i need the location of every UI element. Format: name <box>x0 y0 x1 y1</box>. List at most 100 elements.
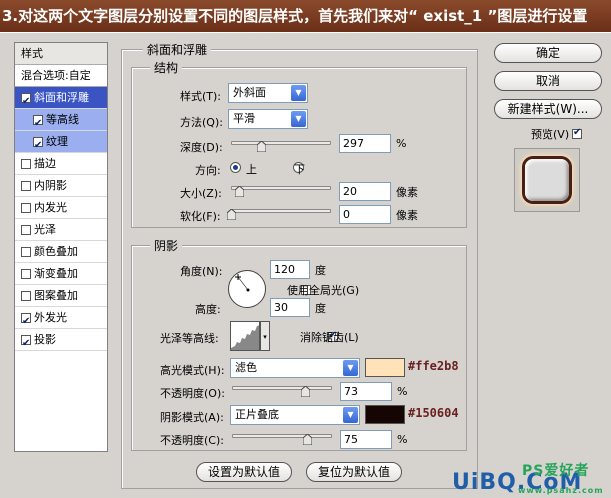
style-item-7[interactable]: 颜色叠加 <box>15 241 107 263</box>
angle-input[interactable]: 120 <box>270 260 310 279</box>
structure-title: 结构 <box>150 59 183 76</box>
size-slider-thumb[interactable] <box>235 186 244 197</box>
style-item-label: 外发光 <box>34 310 67 324</box>
style-item-4[interactable]: 内阴影 <box>15 175 107 197</box>
style-item-checkbox[interactable] <box>21 311 31 333</box>
style-item-checkbox[interactable] <box>21 91 31 113</box>
depth-slider[interactable] <box>231 141 331 145</box>
style-item-checkbox[interactable] <box>21 246 31 257</box>
size-input[interactable]: 20 <box>339 182 391 201</box>
direction-down-label: 下 <box>294 163 305 176</box>
method-label: 方法(Q): <box>180 116 223 129</box>
highlight-color-swatch[interactable] <box>365 358 405 377</box>
style-item-11[interactable]: 投影 <box>15 329 107 355</box>
site-watermark: UiBQ.CoM PS爱好者 www.psahz.com <box>452 462 608 496</box>
styles-list: 样式 混合选项:自定 斜面和浮雕等高线纹理描边内阴影内发光光泽颜色叠加渐变叠加图… <box>14 42 108 452</box>
gloss-contour-preview[interactable] <box>230 321 260 351</box>
style-item-2[interactable]: 纹理 <box>15 131 107 157</box>
soften-slider-thumb[interactable] <box>227 209 236 220</box>
highlight-opacity-input[interactable]: 73 <box>340 382 392 401</box>
size-label: 大小(Z): <box>180 187 222 200</box>
angle-unit: 度 <box>315 264 326 277</box>
reset-default-button[interactable]: 复位为默认值 <box>306 462 402 482</box>
style-item-6[interactable]: 光泽 <box>15 219 107 241</box>
soften-label: 软化(F): <box>180 210 221 223</box>
highlight-mode-select[interactable]: 滤色 ▼ <box>230 358 360 378</box>
style-item-label: 投影 <box>34 332 56 346</box>
style-item-checkbox[interactable] <box>21 333 31 355</box>
angle-dial[interactable] <box>228 270 266 308</box>
tutorial-banner: 3.对这两个文字图层分别设置不同的图层样式，首先我们来对“ exist_1 ”图… <box>0 0 611 32</box>
shadow-opacity-unit: % <box>397 433 408 446</box>
direction-up-radio[interactable] <box>230 162 241 173</box>
style-item-10[interactable]: 外发光 <box>15 307 107 333</box>
style-item-label: 斜面和浮雕 <box>34 90 89 104</box>
highlight-opacity-unit: % <box>397 385 408 398</box>
style-item-checkbox[interactable] <box>33 135 43 157</box>
style-item-label: 光泽 <box>34 222 56 236</box>
method-select-value: 平滑 <box>233 112 255 125</box>
shadow-mode-label: 阴影模式(A): <box>160 411 224 424</box>
size-slider[interactable] <box>231 186 331 190</box>
shadow-opacity-slider-thumb[interactable] <box>303 434 312 445</box>
gloss-contour-label: 光泽等高线: <box>160 332 219 345</box>
banner-text: 3.对这两个文字图层分别设置不同的图层样式，首先我们来对“ exist_1 ”图… <box>2 7 588 25</box>
style-label: 样式(T): <box>180 90 222 103</box>
soften-unit: 像素 <box>396 209 418 222</box>
depth-input[interactable]: 297 <box>339 134 391 153</box>
cancel-button[interactable]: 取消 <box>494 71 602 91</box>
direction-up-label: 上 <box>246 163 257 176</box>
size-unit: 像素 <box>396 186 418 199</box>
style-item-label: 内阴影 <box>34 178 67 192</box>
style-item-label: 图案叠加 <box>34 288 78 302</box>
style-item-9[interactable]: 图案叠加 <box>15 285 107 307</box>
highlight-opacity-slider[interactable] <box>232 386 332 390</box>
shading-title: 阴影 <box>150 237 183 254</box>
highlight-opacity-slider-thumb[interactable] <box>301 386 310 397</box>
shadow-mode-value: 正片叠底 <box>235 408 279 421</box>
highlight-mode-label: 高光模式(H): <box>160 364 225 377</box>
shadow-opacity-slider[interactable] <box>232 434 332 438</box>
watermark-site: www.psahz.com <box>518 486 604 495</box>
style-item-checkbox[interactable] <box>21 268 31 279</box>
style-item-checkbox[interactable] <box>21 180 31 191</box>
soften-input[interactable]: 0 <box>339 205 391 224</box>
style-item-8[interactable]: 渐变叠加 <box>15 263 107 285</box>
style-item-checkbox[interactable] <box>21 224 31 235</box>
make-default-button[interactable]: 设置为默认值 <box>196 462 292 482</box>
shadow-mode-select[interactable]: 正片叠底 ▼ <box>230 405 360 425</box>
style-preview <box>514 148 580 212</box>
direction-label: 方向: <box>195 164 221 177</box>
styles-header[interactable]: 样式 <box>15 43 107 65</box>
shadow-opacity-label: 不透明度(C): <box>160 434 224 447</box>
style-item-label: 纹理 <box>46 134 68 148</box>
contour-dropdown-icon[interactable]: ▾ <box>260 321 270 351</box>
highlight-color-hex: #ffe2b8 <box>408 359 459 373</box>
method-select[interactable]: 平滑 ▼ <box>228 109 308 129</box>
style-item-label: 等高线 <box>46 112 79 126</box>
style-item-checkbox[interactable] <box>21 158 31 169</box>
new-style-button[interactable]: 新建样式(W)... <box>494 99 602 119</box>
style-item-0[interactable]: 斜面和浮雕 <box>15 87 107 113</box>
style-item-5[interactable]: 内发光 <box>15 197 107 219</box>
blending-options-item[interactable]: 混合选项:自定 <box>15 65 107 87</box>
style-select[interactable]: 外斜面 ▼ <box>228 83 308 103</box>
style-item-3[interactable]: 描边 <box>15 153 107 175</box>
highlight-mode-value: 滤色 <box>235 361 257 374</box>
ok-button[interactable]: 确定 <box>494 43 602 63</box>
preview-tile <box>525 159 569 201</box>
shadow-color-swatch[interactable] <box>365 405 405 424</box>
global-light-label: 使用全局光(G) <box>287 284 360 297</box>
chevron-down-icon: ▼ <box>343 360 358 376</box>
preview-checkbox[interactable] <box>572 127 582 139</box>
depth-unit: % <box>396 137 407 150</box>
shadow-opacity-input[interactable]: 75 <box>340 430 392 449</box>
depth-slider-thumb[interactable] <box>257 141 266 152</box>
soften-slider[interactable] <box>231 209 331 213</box>
highlight-opacity-label: 不透明度(O): <box>160 387 225 400</box>
style-item-checkbox[interactable] <box>21 202 31 213</box>
style-item-checkbox[interactable] <box>33 113 43 135</box>
style-item-checkbox[interactable] <box>21 290 31 301</box>
altitude-input[interactable]: 30 <box>270 298 310 317</box>
chevron-down-icon: ▼ <box>291 111 306 127</box>
